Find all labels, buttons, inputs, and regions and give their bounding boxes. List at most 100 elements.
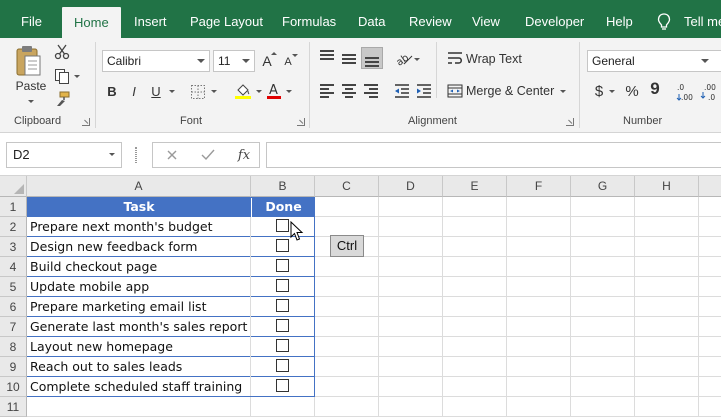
- font-size-select[interactable]: 11: [213, 50, 255, 72]
- borders-dropdown-icon[interactable]: [211, 90, 217, 93]
- select-all-corner[interactable]: [0, 176, 27, 197]
- tab-help[interactable]: Help: [606, 0, 633, 38]
- tab-developer[interactable]: Developer: [525, 0, 584, 38]
- row-header-6[interactable]: 6: [0, 297, 27, 317]
- underline-dropdown-icon[interactable]: [169, 90, 175, 93]
- wrap-text-button[interactable]: Wrap Text: [466, 50, 528, 68]
- row-header-9[interactable]: 9: [0, 357, 27, 377]
- alignment-launcher-icon[interactable]: [566, 118, 574, 126]
- cancel-icon[interactable]: [166, 149, 178, 161]
- decrease-decimal-icon[interactable]: .00 .0: [700, 82, 721, 102]
- merge-center-dropdown-icon[interactable]: [560, 90, 566, 93]
- formula-bar-splitter[interactable]: [135, 147, 137, 163]
- underline-button[interactable]: U: [148, 82, 164, 100]
- tab-review[interactable]: Review: [409, 0, 452, 38]
- merge-center-button[interactable]: Merge & Center: [466, 82, 556, 100]
- percent-button[interactable]: %: [624, 82, 640, 100]
- done-checkbox[interactable]: [276, 239, 289, 252]
- bold-button[interactable]: B: [104, 82, 120, 100]
- row-header-3[interactable]: 3: [0, 237, 27, 257]
- row-header-10[interactable]: 10: [0, 377, 27, 397]
- orientation-dropdown-icon[interactable]: [414, 58, 420, 61]
- comma-style-button[interactable]: 9: [649, 79, 661, 98]
- fill-color-icon[interactable]: [234, 82, 252, 100]
- task-cell[interactable]: Build checkout page: [27, 257, 250, 277]
- row-header-4[interactable]: 4: [0, 257, 27, 277]
- table-header-task[interactable]: Task: [27, 197, 251, 217]
- done-checkbox[interactable]: [276, 339, 289, 352]
- column-header-c[interactable]: C: [315, 176, 379, 197]
- task-cell[interactable]: Generate last month's sales report: [27, 317, 250, 337]
- task-cell[interactable]: Design new feedback form: [27, 237, 250, 257]
- currency-dropdown-icon[interactable]: [609, 90, 615, 93]
- paste-icon[interactable]: [14, 44, 42, 78]
- top-align-icon[interactable]: [320, 50, 334, 62]
- column-header-h[interactable]: H: [635, 176, 699, 197]
- done-checkbox[interactable]: [276, 299, 289, 312]
- bottom-align-button[interactable]: [361, 47, 383, 69]
- done-checkbox[interactable]: [276, 279, 289, 292]
- format-painter-icon[interactable]: [54, 91, 70, 107]
- italic-button[interactable]: I: [126, 82, 142, 100]
- task-cell[interactable]: Update mobile app: [27, 277, 250, 297]
- tab-home[interactable]: Home: [62, 7, 121, 38]
- tab-page-layout[interactable]: Page Layout: [190, 0, 263, 38]
- orientation-icon[interactable]: ab: [394, 50, 416, 66]
- done-checkbox[interactable]: [276, 379, 289, 392]
- task-cell[interactable]: Complete scheduled staff training: [27, 377, 250, 397]
- table-header-done[interactable]: Done: [251, 197, 315, 217]
- paste-dropdown-icon[interactable]: [28, 100, 34, 103]
- tab-view[interactable]: View: [472, 0, 500, 38]
- row-header-7[interactable]: 7: [0, 317, 27, 337]
- tab-file[interactable]: File: [21, 0, 42, 38]
- paste-button[interactable]: Paste: [14, 78, 48, 94]
- row-header-11[interactable]: 11: [0, 397, 27, 417]
- font-name-select[interactable]: Calibri: [102, 50, 210, 72]
- task-cell[interactable]: Prepare next month's budget: [27, 217, 250, 237]
- increase-indent-icon[interactable]: [416, 84, 432, 98]
- row-header-1[interactable]: 1: [0, 197, 27, 217]
- borders-icon[interactable]: [190, 84, 206, 100]
- increase-decimal-icon[interactable]: .0 .00: [676, 82, 698, 102]
- tab-insert[interactable]: Insert: [134, 0, 167, 38]
- insert-function-button[interactable]: fx: [235, 145, 253, 165]
- task-cell[interactable]: Prepare marketing email list: [27, 297, 250, 317]
- name-box[interactable]: D2: [6, 142, 122, 168]
- currency-button[interactable]: $: [592, 82, 606, 100]
- font-color-dropdown-icon[interactable]: [286, 90, 292, 93]
- tab-data[interactable]: Data: [358, 0, 385, 38]
- decrease-indent-icon[interactable]: [394, 84, 410, 98]
- column-header-a[interactable]: A: [27, 176, 251, 197]
- align-left-icon[interactable]: [320, 84, 334, 98]
- column-header-d[interactable]: D: [379, 176, 443, 197]
- copy-icon[interactable]: [54, 68, 70, 84]
- align-center-icon[interactable]: [342, 84, 356, 98]
- done-checkbox[interactable]: [276, 259, 289, 272]
- merge-center-icon[interactable]: [447, 84, 463, 98]
- column-header-b[interactable]: B: [251, 176, 315, 197]
- done-checkbox[interactable]: [276, 359, 289, 372]
- name-box-dropdown-icon[interactable]: [109, 153, 115, 156]
- done-checkbox[interactable]: [276, 219, 289, 232]
- column-header-e[interactable]: E: [443, 176, 507, 197]
- number-format-select[interactable]: General: [587, 50, 721, 72]
- row-header-8[interactable]: 8: [0, 337, 27, 357]
- wrap-text-icon[interactable]: [447, 51, 463, 65]
- align-right-icon[interactable]: [364, 84, 378, 98]
- done-checkbox[interactable]: [276, 319, 289, 332]
- formula-input[interactable]: [266, 142, 721, 168]
- row-header-5[interactable]: 5: [0, 277, 27, 297]
- task-cell[interactable]: Reach out to sales leads: [27, 357, 250, 377]
- font-launcher-icon[interactable]: [297, 118, 305, 126]
- column-header-g[interactable]: G: [571, 176, 635, 197]
- tab-formulas[interactable]: Formulas: [282, 0, 336, 38]
- font-color-icon[interactable]: A: [266, 82, 282, 100]
- column-header-f[interactable]: F: [507, 176, 571, 197]
- clipboard-launcher-icon[interactable]: [82, 118, 90, 126]
- middle-align-icon[interactable]: [342, 52, 356, 64]
- worksheet-grid[interactable]: ABCDEFGH 1 2 3 4 5 6 7 8 9 10 11 Task Done Prepare…: [0, 176, 721, 417]
- tell-me-search[interactable]: Tell me: [684, 0, 721, 38]
- cut-icon[interactable]: [54, 44, 70, 60]
- enter-check-icon[interactable]: [201, 149, 215, 161]
- task-cell[interactable]: Layout new homepage: [27, 337, 250, 357]
